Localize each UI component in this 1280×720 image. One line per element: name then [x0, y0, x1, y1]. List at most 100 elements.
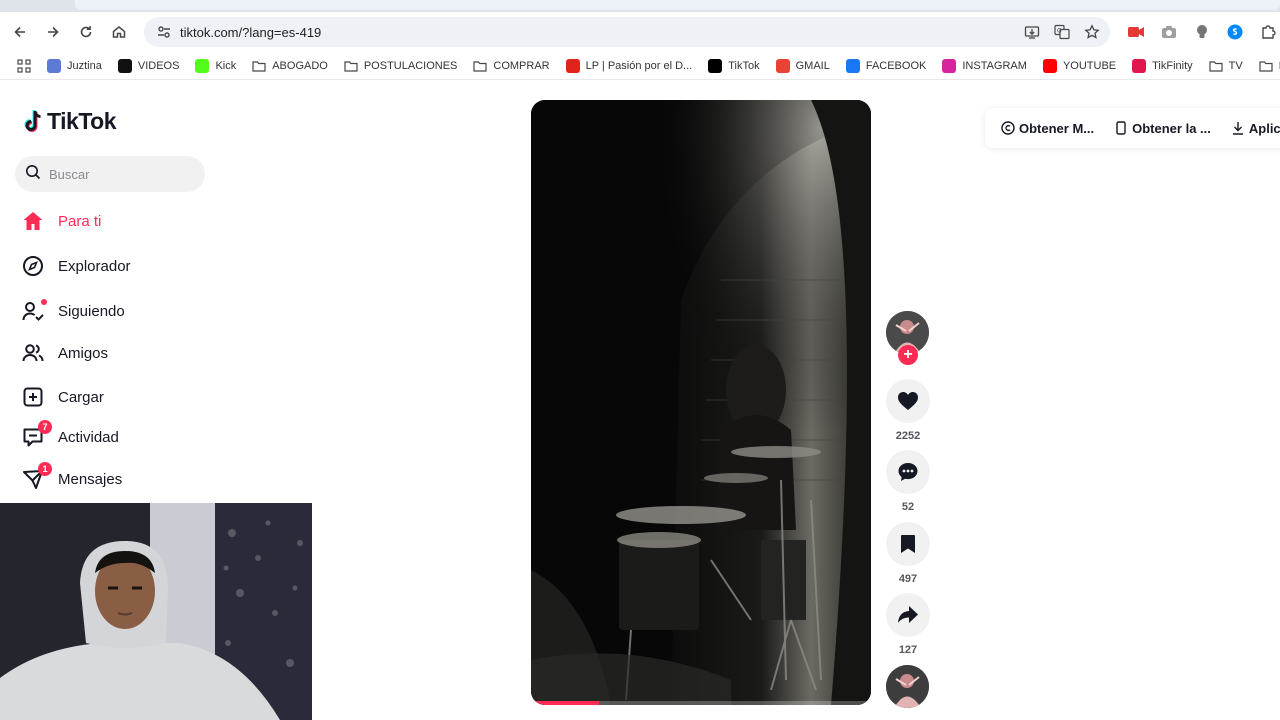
folder-icon	[1259, 59, 1273, 73]
browser-toolbar: tiktok.com/?lang=es-419 G	[0, 12, 1280, 52]
bookmark-item[interactable]: GMAIL	[775, 58, 830, 73]
comment-count: 52	[901, 501, 915, 513]
nav-label: Para ti	[58, 212, 102, 230]
bookmark-label: INSTAGRAM	[962, 59, 1027, 72]
bookmark-item[interactable]: LP | Pasión por el D...	[565, 58, 693, 73]
bookmark-item[interactable]: Juztina	[47, 58, 102, 73]
nav-item-amigos[interactable]: Amigos	[22, 337, 108, 369]
get-app-label: Obtener la ...	[1132, 120, 1211, 136]
get-coins-button[interactable]: Obtener M...	[1001, 121, 1094, 136]
save-count: 497	[898, 573, 918, 585]
nav-label: Amigos	[58, 344, 109, 362]
nav-label: Cargar	[58, 388, 104, 406]
translate-icon[interactable]: G	[1052, 22, 1072, 42]
bookmark-item[interactable]: FACEBOOK	[845, 58, 927, 73]
back-icon[interactable]	[8, 20, 32, 44]
install-app-icon[interactable]	[1022, 22, 1042, 42]
camera-extension-icon[interactable]	[1157, 20, 1181, 44]
follow-plus-button[interactable]: +	[898, 345, 918, 365]
bookmark-label: ABOGADO	[272, 59, 328, 72]
kick-icon	[195, 58, 210, 73]
bookmark-item[interactable]: Kick	[195, 58, 237, 73]
gmail-icon	[775, 58, 790, 73]
bookmark-label: POSTULACIONES	[363, 59, 458, 72]
bookmark-item[interactable]: TikFinity	[1132, 58, 1193, 73]
bookmark-label: Kick	[215, 59, 237, 72]
bookmark-icon[interactable]	[886, 522, 930, 566]
upload-icon	[22, 386, 44, 408]
video-player[interactable]	[531, 100, 871, 705]
record-extension-icon[interactable]	[1124, 20, 1148, 44]
tiktok-logo-icon	[24, 109, 41, 132]
active-tab[interactable]	[75, 0, 1280, 10]
bookmark-star-icon[interactable]	[1082, 22, 1102, 42]
get-app-button[interactable]: Obtener la ...	[1114, 121, 1211, 136]
desktop-app-label: Aplicac	[1248, 120, 1280, 136]
tiktok-logo[interactable]: TikTok	[22, 108, 117, 135]
bookmark-label: LP | Pasión por el D...	[585, 59, 693, 72]
videos-icon	[117, 58, 132, 73]
nav-label: Actividad	[58, 428, 119, 446]
nav-item-para-ti[interactable]: Para ti	[22, 205, 101, 237]
bookmark-item[interactable]: TikTok	[708, 58, 760, 73]
tiktok-wordmark: TikTok	[47, 108, 117, 134]
bookmark-item[interactable]: POSTULACIONES	[344, 59, 458, 73]
bookmark-item[interactable]: INSTAGRAM	[942, 58, 1027, 73]
bookmark-label: TikTok	[728, 59, 760, 72]
url-text[interactable]: tiktok.com/?lang=es-419	[180, 25, 321, 40]
comment-action[interactable]: 52	[886, 450, 930, 513]
heart-icon[interactable]	[886, 379, 930, 423]
bookmark-item[interactable]: COMPRAR	[473, 59, 550, 73]
share-action[interactable]: 127	[886, 593, 930, 656]
youtube-icon	[1042, 58, 1057, 73]
following-icon	[22, 299, 47, 322]
bookmark-label: COMPRAR	[493, 59, 550, 72]
compass-icon	[22, 255, 44, 277]
download-icon	[1231, 121, 1245, 135]
nav-item-cargar[interactable]: Cargar	[22, 381, 104, 413]
address-bar[interactable]: tiktok.com/?lang=es-419 G	[144, 17, 1110, 47]
svg-text:G: G	[1057, 28, 1062, 35]
video-progress-bar[interactable]	[531, 701, 871, 705]
bookmark-item[interactable]: VIDEOS	[117, 58, 179, 73]
apps-grid-icon[interactable]	[17, 58, 31, 73]
reload-icon[interactable]	[74, 20, 98, 44]
bookmark-label: Juztina	[67, 59, 102, 72]
comment-icon[interactable]	[886, 450, 930, 494]
like-action[interactable]: 2252	[886, 379, 930, 442]
nav-item-explorador[interactable]: Explorador	[22, 250, 131, 282]
search-input[interactable]	[49, 166, 189, 182]
friends-icon	[22, 342, 44, 364]
nav-item-actividad[interactable]: 7 Actividad	[22, 420, 119, 453]
activity-icon: 7	[22, 420, 52, 448]
bookmark-label: TikFinity	[1152, 59, 1193, 72]
nav-item-mensajes[interactable]: 1 Mensajes	[22, 462, 123, 495]
home-browser-icon[interactable]	[107, 20, 131, 44]
nav-label: Mensajes	[58, 470, 123, 488]
share-icon[interactable]	[886, 593, 930, 637]
shazam-extension-icon[interactable]	[1223, 20, 1247, 44]
bulb-extension-icon[interactable]	[1190, 20, 1214, 44]
home-icon	[22, 210, 44, 232]
bookmark-label: FACEBOOK	[865, 59, 927, 72]
nav-item-siguiendo[interactable]: Siguiendo	[22, 295, 125, 327]
search-box[interactable]	[15, 156, 205, 192]
desktop-app-button[interactable]: Aplicac	[1231, 121, 1280, 136]
site-info-icon[interactable]	[150, 25, 178, 39]
bookmark-item[interactable]: ABOGADO	[252, 59, 328, 73]
bookmark-label: YOUTUBE	[1062, 59, 1117, 72]
nav-label: Siguiendo	[58, 302, 125, 320]
search-icon	[25, 164, 41, 185]
bookmarks-bar: Juztina VIDEOS Kick ABOGADO POSTULACIONES COM…	[0, 52, 1280, 80]
folder-icon	[344, 59, 358, 73]
bookmark-item[interactable]: HERRA	[1259, 59, 1280, 73]
forward-icon[interactable]	[41, 20, 65, 44]
bookmark-label: GMAIL	[795, 59, 830, 72]
music-disc-avatar[interactable]	[886, 665, 929, 708]
bookmark-label: TV	[1228, 59, 1243, 72]
extensions-puzzle-icon[interactable]	[1256, 20, 1280, 44]
bookmark-item[interactable]: YOUTUBE	[1042, 58, 1117, 73]
messages-icon: 1	[22, 462, 52, 490]
bookmark-item[interactable]: TV	[1209, 59, 1243, 73]
save-action[interactable]: 497	[886, 522, 930, 585]
